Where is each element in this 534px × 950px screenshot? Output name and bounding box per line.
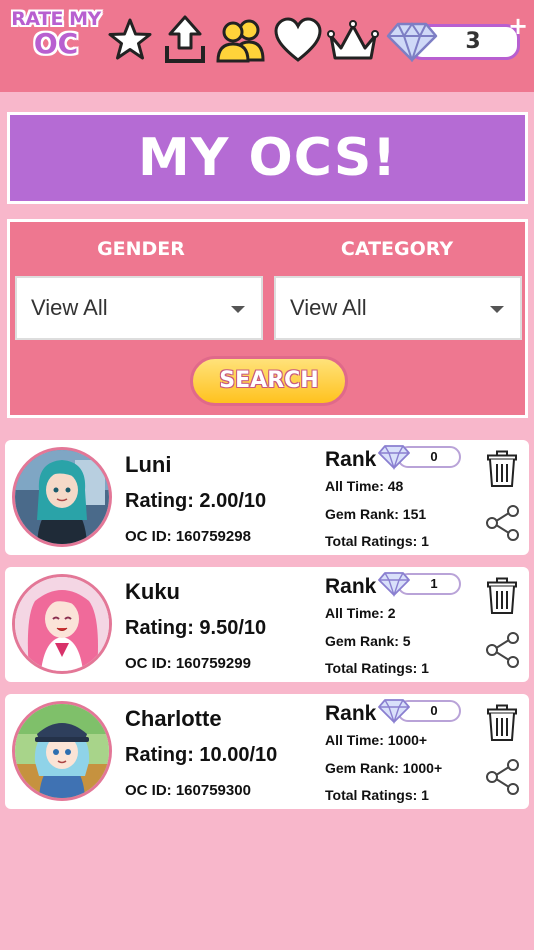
oc-avatar[interactable] (12, 574, 112, 674)
oc-total-ratings: Total Ratings: 1 (325, 660, 429, 676)
page-title-banner: MY OCS! (7, 112, 528, 204)
chevron-down-icon (490, 306, 504, 313)
oc-total-ratings: Total Ratings: 1 (325, 533, 429, 549)
oc-name: Kuku (125, 579, 180, 604)
gender-label: GENDER (97, 238, 185, 260)
oc-card[interactable]: Luni Rating: 2.00/10 OC ID: 160759298 Ra… (5, 440, 529, 555)
oc-gem-rank: Gem Rank: 5 (325, 633, 411, 649)
users-icon[interactable] (213, 16, 269, 64)
oc-rating: Rating: 9.50/10 (125, 617, 267, 639)
oc-avatar-image (15, 450, 109, 544)
gender-select[interactable]: View All (15, 276, 263, 340)
diamond-icon (378, 572, 410, 597)
share-icon[interactable] (484, 758, 522, 796)
logo-line-2: OC (33, 27, 79, 60)
star-icon[interactable] (106, 16, 154, 64)
upload-icon[interactable] (162, 14, 208, 66)
oc-all-time-rank: All Time: 1000+ (325, 732, 428, 748)
rank-label: Rank (325, 702, 377, 725)
add-gems-button[interactable]: + (508, 14, 528, 38)
oc-gem-rank: Gem Rank: 1000+ (325, 760, 443, 776)
trash-icon[interactable] (486, 577, 518, 615)
gem-count: 3 (465, 29, 481, 54)
oc-avatar-image (15, 704, 109, 798)
gender-select-value: View All (31, 295, 108, 320)
oc-id: OC ID: 160759298 (125, 528, 251, 545)
category-label: CATEGORY (340, 238, 454, 260)
oc-all-time-rank: All Time: 48 (325, 478, 404, 494)
oc-avatar-image (15, 577, 109, 671)
oc-all-time-rank: All Time: 2 (325, 605, 396, 621)
oc-avatar[interactable] (12, 447, 112, 547)
share-icon[interactable] (484, 631, 522, 669)
oc-name: Charlotte (125, 706, 222, 731)
app-logo[interactable]: RATE MY OC (6, 10, 106, 70)
rank-label: Rank (325, 448, 377, 471)
chevron-down-icon (231, 306, 245, 313)
crown-icon[interactable] (325, 18, 381, 64)
oc-total-ratings: Total Ratings: 1 (325, 787, 429, 803)
top-bar: RATE MY OC 3 + (0, 0, 534, 92)
oc-id: OC ID: 160759299 (125, 655, 251, 672)
heart-icon[interactable] (272, 16, 324, 64)
oc-rating: Rating: 10.00/10 (125, 744, 278, 766)
trash-icon[interactable] (486, 704, 518, 742)
filter-panel: GENDER CATEGORY View All View All SEARCH (7, 219, 528, 418)
search-button[interactable]: SEARCH (190, 356, 348, 406)
oc-gem-rank: Gem Rank: 151 (325, 506, 427, 522)
share-icon[interactable] (484, 504, 522, 542)
oc-rating: Rating: 2.00/10 (125, 490, 267, 512)
rank-label: Rank (325, 575, 377, 598)
oc-card[interactable]: Kuku Rating: 9.50/10 OC ID: 160759299 Ra… (5, 567, 529, 682)
oc-name: Luni (125, 452, 172, 477)
diamond-icon (386, 22, 438, 62)
category-select-value: View All (290, 295, 367, 320)
oc-avatar[interactable] (12, 701, 112, 801)
category-select[interactable]: View All (274, 276, 522, 340)
page-title: MY OCS! (137, 128, 397, 188)
oc-id: OC ID: 160759300 (125, 782, 251, 799)
diamond-icon (378, 445, 410, 470)
trash-icon[interactable] (486, 450, 518, 488)
diamond-icon (378, 699, 410, 724)
oc-card[interactable]: Charlotte Rating: 10.00/10 OC ID: 160759… (5, 694, 529, 809)
